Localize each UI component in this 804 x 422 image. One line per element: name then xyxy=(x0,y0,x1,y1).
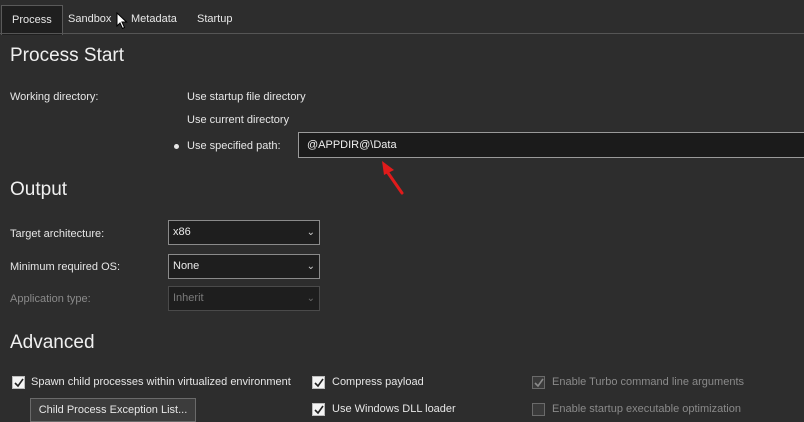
output-title: Output xyxy=(10,179,68,200)
minimum-os-value: None xyxy=(173,260,200,272)
checkmark-icon xyxy=(534,378,544,388)
tab-sandbox[interactable]: Sandbox xyxy=(68,6,111,33)
red-arrow-icon xyxy=(382,161,404,195)
mouse-pointer-icon xyxy=(116,12,128,30)
checkmark-icon xyxy=(314,378,324,388)
selected-bullet-icon xyxy=(174,144,179,149)
specified-path-input[interactable]: @APPDIR@\Data xyxy=(298,132,804,158)
windows-dll-loader-checkbox[interactable] xyxy=(312,403,325,416)
application-type-select: Inherit ⌄ xyxy=(168,286,320,311)
compress-payload-checkbox[interactable] xyxy=(312,376,325,389)
checkmark-icon xyxy=(314,405,324,415)
tab-divider xyxy=(0,33,804,34)
startup-optimization-checkbox xyxy=(532,403,545,416)
advanced-title: Advanced xyxy=(10,332,95,353)
spawn-child-label: Spawn child processes within virtualized… xyxy=(31,376,291,388)
spawn-child-checkbox[interactable] xyxy=(12,376,25,389)
application-type-label: Application type: xyxy=(10,293,91,305)
target-architecture-label: Target architecture: xyxy=(10,228,105,240)
target-architecture-value: x86 xyxy=(173,226,191,238)
chevron-down-icon: ⌄ xyxy=(306,261,315,272)
option-current-directory[interactable]: Use current directory xyxy=(187,114,289,126)
minimum-os-select[interactable]: None ⌄ xyxy=(168,254,320,279)
turbo-args-label: Enable Turbo command line arguments xyxy=(552,376,744,388)
checkmark-icon xyxy=(14,378,24,388)
tab-process[interactable]: Process xyxy=(1,5,63,35)
minimum-os-label: Minimum required OS: xyxy=(10,261,121,273)
tab-metadata[interactable]: Metadata xyxy=(131,6,177,33)
process-start-title: Process Start xyxy=(10,45,125,66)
startup-optimization-label: Enable startup executable optimization xyxy=(552,403,741,415)
compress-payload-label: Compress payload xyxy=(332,376,424,388)
target-architecture-select[interactable]: x86 ⌄ xyxy=(168,220,320,245)
option-startup-file-directory[interactable]: Use startup file directory xyxy=(187,91,306,103)
chevron-down-icon: ⌄ xyxy=(306,227,315,238)
application-type-value: Inherit xyxy=(173,292,204,304)
windows-dll-loader-label: Use Windows DLL loader xyxy=(332,403,456,415)
working-directory-label: Working directory: xyxy=(10,91,99,103)
tab-startup[interactable]: Startup xyxy=(197,6,232,33)
turbo-args-checkbox xyxy=(532,376,545,389)
option-specified-path[interactable]: Use specified path: xyxy=(187,140,281,152)
child-process-exception-list-button[interactable]: Child Process Exception List... xyxy=(30,398,196,422)
chevron-down-icon: ⌄ xyxy=(306,293,315,304)
